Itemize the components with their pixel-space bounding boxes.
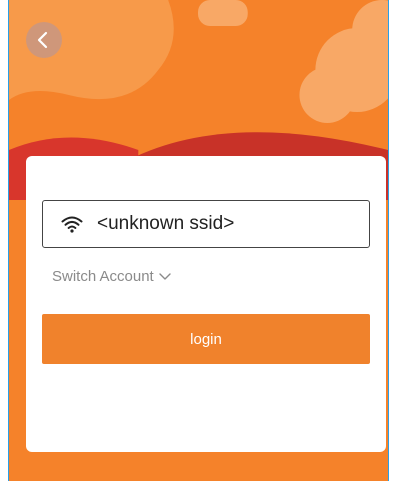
switch-account-label: Switch Account — [52, 268, 154, 285]
ssid-field[interactable]: <unknown ssid> — [42, 200, 370, 248]
switch-account-dropdown[interactable]: Switch Account — [52, 268, 172, 285]
login-button-label: login — [190, 330, 222, 348]
login-card: <unknown ssid> Switch Account login — [26, 156, 386, 452]
chevron-down-icon — [158, 272, 172, 282]
login-screen: <unknown ssid> Switch Account login — [8, 0, 389, 481]
ssid-value: <unknown ssid> — [97, 213, 235, 234]
login-button[interactable]: login — [42, 314, 370, 364]
app-frame: <unknown ssid> Switch Account login — [0, 0, 393, 481]
back-button[interactable] — [26, 22, 62, 58]
wifi-icon — [61, 215, 83, 233]
chevron-left-icon — [36, 31, 52, 49]
